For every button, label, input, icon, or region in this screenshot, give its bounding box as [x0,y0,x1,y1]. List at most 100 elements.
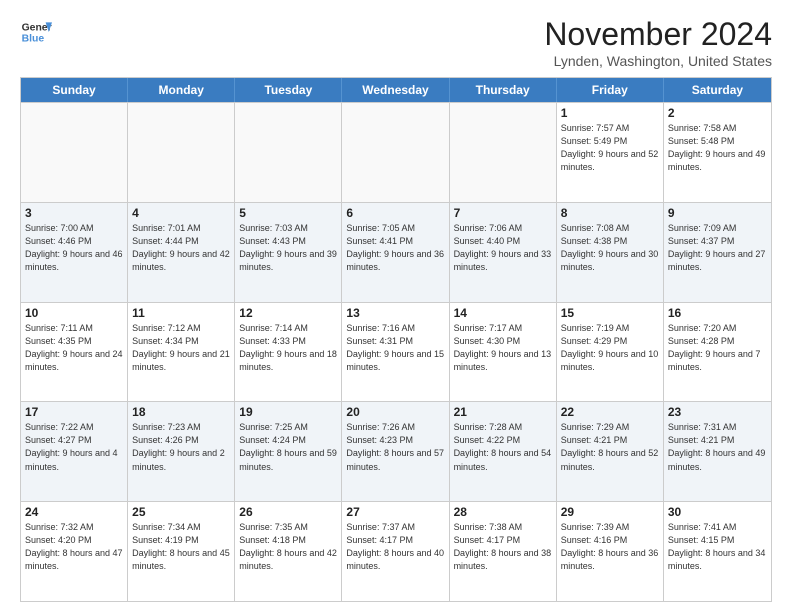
cell-info: Sunrise: 7:20 AM Sunset: 4:28 PM Dayligh… [668,322,767,374]
day-number: 26 [239,505,337,519]
cal-cell: 2Sunrise: 7:58 AM Sunset: 5:48 PM Daylig… [664,103,771,202]
cal-cell: 9Sunrise: 7:09 AM Sunset: 4:37 PM Daylig… [664,203,771,302]
cal-cell [21,103,128,202]
logo: General Blue [20,16,52,48]
location: Lynden, Washington, United States [544,53,772,69]
cell-info: Sunrise: 7:19 AM Sunset: 4:29 PM Dayligh… [561,322,659,374]
cal-week-2: 10 Sunrise: 7:11 AM Sunset: 4:35 PM Dayli… [21,302,771,402]
header-friday: Friday [557,78,664,102]
cell-info: Sunrise: 7:28 AM Sunset: 4:22 PM Dayligh… [454,421,552,473]
day-number: 12 [239,306,337,320]
day-number: 22 [561,405,659,419]
cell-info: Sunrise: 7:38 AM Sunset: 4:17 PM Dayligh… [454,521,552,573]
day-number: 14 [454,306,552,320]
cal-week-4: 24 Sunrise: 7:32 AM Sunset: 4:20 PM Dayli… [21,501,771,601]
title-block: November 2024 Lynden, Washington, United… [544,16,772,69]
cell-info: Sunrise: 7:25 AM Sunset: 4:24 PM Dayligh… [239,421,337,473]
cell-info: Sunrise: 7:39 AM Sunset: 4:16 PM Dayligh… [561,521,659,573]
day-number: 20 [346,405,444,419]
cal-cell: 18 Sunrise: 7:23 AM Sunset: 4:26 PM Dayli… [128,402,235,501]
cell-info: Sunrise: 7:29 AM Sunset: 4:21 PM Dayligh… [561,421,659,473]
cell-info: Sunrise: 7:17 AM Sunset: 4:30 PM Dayligh… [454,322,552,374]
cell-info: Sunrise: 7:26 AM Sunset: 4:23 PM Dayligh… [346,421,444,473]
day-number: 7 [454,206,552,220]
page: General Blue November 2024 Lynden, Washi… [0,0,792,612]
cal-cell: 14 Sunrise: 7:17 AM Sunset: 4:30 PM Dayli… [450,303,557,402]
cal-cell: 15 Sunrise: 7:19 AM Sunset: 4:29 PM Dayli… [557,303,664,402]
day-number: 1 [561,106,659,120]
cal-cell: 29 Sunrise: 7:39 AM Sunset: 4:16 PM Dayli… [557,502,664,601]
header-sunday: Sunday [21,78,128,102]
cal-cell: 4 Sunrise: 7:01 AM Sunset: 4:44 PM Daylig… [128,203,235,302]
day-number: 30 [668,505,767,519]
month-title: November 2024 [544,16,772,53]
day-number: 21 [454,405,552,419]
cell-info: Sunrise: 7:35 AM Sunset: 4:18 PM Dayligh… [239,521,337,573]
cal-cell: 10 Sunrise: 7:11 AM Sunset: 4:35 PM Dayli… [21,303,128,402]
cell-info: Sunrise: 7:37 AM Sunset: 4:17 PM Dayligh… [346,521,444,573]
header-wednesday: Wednesday [342,78,449,102]
cell-info: Sunrise: 7:01 AM Sunset: 4:44 PM Dayligh… [132,222,230,274]
day-number: 13 [346,306,444,320]
cell-info: Sunrise: 7:34 AM Sunset: 4:19 PM Dayligh… [132,521,230,573]
header-saturday: Saturday [664,78,771,102]
cal-cell [235,103,342,202]
day-number: 16 [668,306,767,320]
calendar: Sunday Monday Tuesday Wednesday Thursday… [20,77,772,602]
cal-cell: 12Sunrise: 7:14 AM Sunset: 4:33 PM Dayli… [235,303,342,402]
day-number: 25 [132,505,230,519]
cal-cell: 5Sunrise: 7:03 AM Sunset: 4:43 PM Daylig… [235,203,342,302]
cell-info: Sunrise: 7:08 AM Sunset: 4:38 PM Dayligh… [561,222,659,274]
day-number: 24 [25,505,123,519]
calendar-header: Sunday Monday Tuesday Wednesday Thursday… [21,78,771,102]
cal-cell: 7 Sunrise: 7:06 AM Sunset: 4:40 PM Daylig… [450,203,557,302]
day-number: 19 [239,405,337,419]
cal-cell: 30Sunrise: 7:41 AM Sunset: 4:15 PM Dayli… [664,502,771,601]
day-number: 17 [25,405,123,419]
day-number: 27 [346,505,444,519]
cell-info: Sunrise: 7:23 AM Sunset: 4:26 PM Dayligh… [132,421,230,473]
cal-cell: 6 Sunrise: 7:05 AM Sunset: 4:41 PM Daylig… [342,203,449,302]
header-tuesday: Tuesday [235,78,342,102]
cal-cell: 22 Sunrise: 7:29 AM Sunset: 4:21 PM Dayli… [557,402,664,501]
cal-cell: 11Sunrise: 7:12 AM Sunset: 4:34 PM Dayli… [128,303,235,402]
cal-cell: 20 Sunrise: 7:26 AM Sunset: 4:23 PM Dayli… [342,402,449,501]
day-number: 28 [454,505,552,519]
cal-cell: 19 Sunrise: 7:25 AM Sunset: 4:24 PM Dayli… [235,402,342,501]
logo-icon: General Blue [20,16,52,48]
cell-info: Sunrise: 7:31 AM Sunset: 4:21 PM Dayligh… [668,421,767,473]
cal-cell: 3Sunrise: 7:00 AM Sunset: 4:46 PM Daylig… [21,203,128,302]
day-number: 29 [561,505,659,519]
day-number: 15 [561,306,659,320]
cal-cell: 23 Sunrise: 7:31 AM Sunset: 4:21 PM Dayli… [664,402,771,501]
day-number: 10 [25,306,123,320]
svg-text:Blue: Blue [22,34,45,45]
cell-info: Sunrise: 7:32 AM Sunset: 4:20 PM Dayligh… [25,521,123,573]
cal-cell: 28 Sunrise: 7:38 AM Sunset: 4:17 PM Dayli… [450,502,557,601]
cal-week-3: 17 Sunrise: 7:22 AM Sunset: 4:27 PM Dayli… [21,401,771,501]
cell-info: Sunrise: 7:09 AM Sunset: 4:37 PM Dayligh… [668,222,767,274]
header-monday: Monday [128,78,235,102]
day-number: 23 [668,405,767,419]
cell-info: Sunrise: 7:57 AM Sunset: 5:49 PM Dayligh… [561,122,659,174]
day-number: 18 [132,405,230,419]
cal-cell: 26 Sunrise: 7:35 AM Sunset: 4:18 PM Dayli… [235,502,342,601]
cal-cell: 13 Sunrise: 7:16 AM Sunset: 4:31 PM Dayli… [342,303,449,402]
cell-info: Sunrise: 7:16 AM Sunset: 4:31 PM Dayligh… [346,322,444,374]
cell-info: Sunrise: 7:22 AM Sunset: 4:27 PM Dayligh… [25,421,123,473]
cell-info: Sunrise: 7:06 AM Sunset: 4:40 PM Dayligh… [454,222,552,274]
cal-cell: 1 Sunrise: 7:57 AM Sunset: 5:49 PM Daylig… [557,103,664,202]
cell-info: Sunrise: 7:05 AM Sunset: 4:41 PM Dayligh… [346,222,444,274]
cell-info: Sunrise: 7:11 AM Sunset: 4:35 PM Dayligh… [25,322,123,374]
day-number: 4 [132,206,230,220]
cal-cell [342,103,449,202]
cell-info: Sunrise: 7:12 AM Sunset: 4:34 PM Dayligh… [132,322,230,374]
cal-cell: 8Sunrise: 7:08 AM Sunset: 4:38 PM Daylig… [557,203,664,302]
cell-info: Sunrise: 7:58 AM Sunset: 5:48 PM Dayligh… [668,122,767,174]
cal-cell: 21 Sunrise: 7:28 AM Sunset: 4:22 PM Dayli… [450,402,557,501]
cal-cell [128,103,235,202]
cal-cell: 25 Sunrise: 7:34 AM Sunset: 4:19 PM Dayli… [128,502,235,601]
header: General Blue November 2024 Lynden, Washi… [20,16,772,69]
day-number: 3 [25,206,123,220]
day-number: 6 [346,206,444,220]
